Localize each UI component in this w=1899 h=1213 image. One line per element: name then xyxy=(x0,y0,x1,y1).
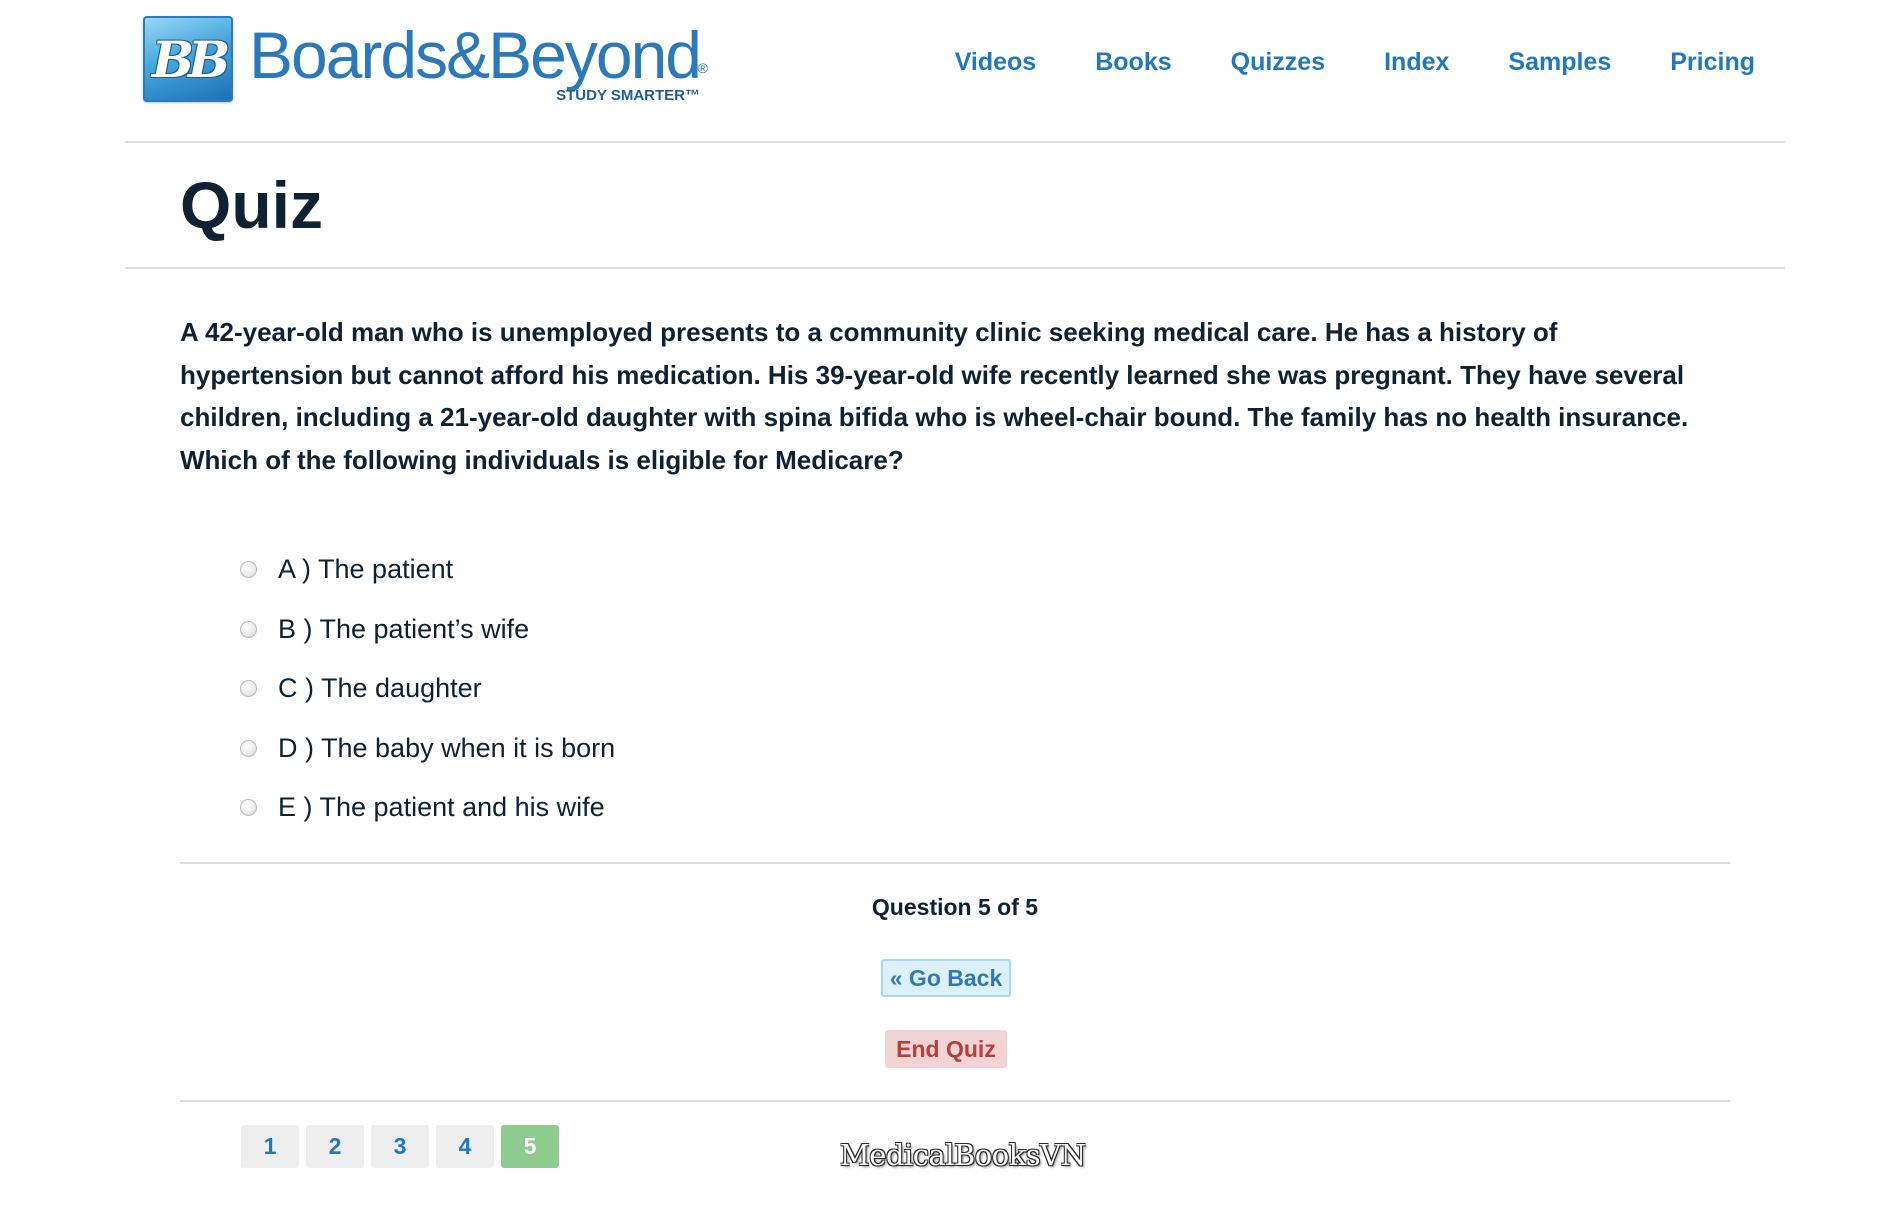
brand-tagline: STUDY SMARTER™ xyxy=(556,87,700,104)
question-stem: A 42-year-old man who is unemployed pres… xyxy=(180,317,1689,475)
nav-books[interactable]: Books xyxy=(1095,48,1171,77)
main-nav: Videos Books Quizzes Index Samples Prici… xyxy=(896,48,1755,77)
page-button-1[interactable]: 1 xyxy=(241,1125,299,1168)
logo-badge-icon: BB xyxy=(143,16,233,102)
nav-videos[interactable]: Videos xyxy=(955,48,1037,77)
nav-index[interactable]: Index xyxy=(1384,48,1449,77)
watermark: MedicalBooksVN xyxy=(840,1138,1086,1172)
radio-button-d[interactable] xyxy=(240,739,257,757)
page-button-4[interactable]: 4 xyxy=(436,1125,494,1168)
site-header: BB Boards&Beyond ® STUDY SMARTER™ Videos… xyxy=(125,0,1785,143)
radio-button-c[interactable] xyxy=(240,680,257,698)
answer-options: A ) The patient B ) The patient’s wife C… xyxy=(240,540,615,838)
question-progress: Question 5 of 5 xyxy=(871,894,1039,920)
answer-label-a[interactable]: A ) The patient xyxy=(278,554,453,585)
registered-mark: ® xyxy=(697,60,708,76)
question-pagination: 1 2 3 4 5 xyxy=(241,1125,566,1168)
brand-name: Boards&Beyond xyxy=(249,18,702,92)
page-button-5-active[interactable]: 5 xyxy=(501,1125,559,1168)
nav-samples[interactable]: Samples xyxy=(1508,48,1611,77)
radio-button-b[interactable] xyxy=(240,620,257,638)
answer-option-b[interactable]: B ) The patient’s wife xyxy=(240,600,615,660)
answer-label-d[interactable]: D ) The baby when it is born xyxy=(278,733,615,764)
logo-text: Boards&Beyond ® STUDY SMARTER™ xyxy=(249,16,708,106)
answer-option-a[interactable]: A ) The patient xyxy=(240,540,615,600)
answer-option-d[interactable]: D ) The baby when it is born xyxy=(240,719,615,779)
page-title: Quiz xyxy=(180,168,323,242)
answer-label-e[interactable]: E ) The patient and his wife xyxy=(278,792,605,823)
page-button-2[interactable]: 2 xyxy=(306,1125,364,1168)
divider-bottom xyxy=(180,1100,1730,1102)
page-button-3[interactable]: 3 xyxy=(371,1125,429,1168)
go-back-button[interactable]: « Go Back xyxy=(881,959,1011,997)
nav-pricing[interactable]: Pricing xyxy=(1670,48,1755,77)
answer-label-b[interactable]: B ) The patient’s wife xyxy=(278,614,529,645)
answer-option-c[interactable]: C ) The daughter xyxy=(240,659,615,719)
answer-option-e[interactable]: E ) The patient and his wife xyxy=(240,778,615,838)
brand-logo[interactable]: BB Boards&Beyond ® STUDY SMARTER™ xyxy=(143,16,708,106)
radio-button-e[interactable] xyxy=(240,799,257,817)
divider-top xyxy=(180,862,1730,864)
end-quiz-button[interactable]: End Quiz xyxy=(885,1030,1007,1068)
nav-quizzes[interactable]: Quizzes xyxy=(1231,48,1325,77)
radio-button-a[interactable] xyxy=(240,561,257,579)
title-bar: Quiz xyxy=(125,143,1785,269)
answer-label-c[interactable]: C ) The daughter xyxy=(278,673,482,704)
